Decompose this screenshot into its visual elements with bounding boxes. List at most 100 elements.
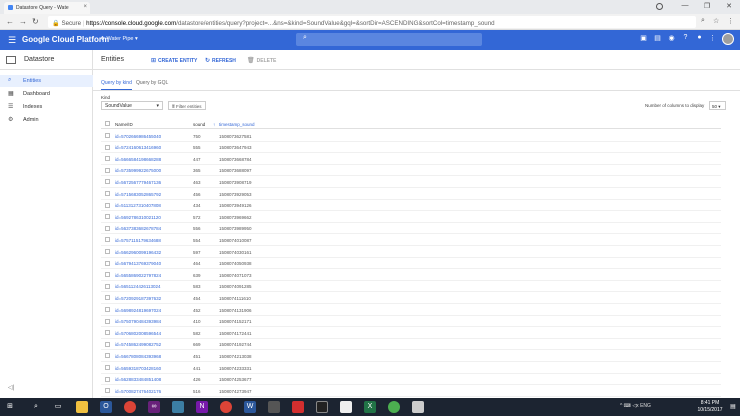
gift-icon[interactable]: ▣ [639,34,648,43]
table-row[interactable]: id=5715683052865792 456 1508073929053 [101,188,721,200]
sidebar-item-dashboard[interactable]: ▦ Dashboard [0,88,93,100]
bookmark-star-icon[interactable]: ☆ [713,17,719,25]
system-tray[interactable]: ^ ⌨ ◁x ENG [620,403,651,409]
row-checkbox[interactable] [105,283,110,289]
app-icon-3[interactable] [340,401,352,413]
create-entity-button[interactable]: ⊞ CREATE ENTITY [151,57,197,64]
sidebar-item-admin[interactable]: ⚙ Admin [0,114,93,126]
row-checkbox[interactable] [105,214,110,220]
table-row[interactable]: id=5698924819697024 452 1508074131906 [101,304,721,316]
onenote-icon[interactable]: N [196,401,208,413]
app-title[interactable]: Google Cloud Platform [22,35,109,44]
row-checkbox[interactable] [105,133,110,138]
close-window-button[interactable]: ✕ [718,2,740,10]
outlook-icon[interactable]: O [100,401,112,413]
table-row[interactable]: id=5702666986455040 750 1508073627581 [101,130,721,142]
row-checkbox[interactable] [105,376,110,382]
word-icon[interactable]: W [244,401,256,413]
task-view-icon[interactable]: ▭ [52,401,64,413]
table-row[interactable]: id=5113127310407808 434 1508073949126 [101,200,721,212]
url-input[interactable]: 🔒 Secure | https://console.cloud.google.… [48,16,696,28]
entity-id-link[interactable]: id=5692786310021120 [115,215,161,220]
entity-id-link[interactable]: id=5735999922675000 [115,168,161,173]
pdf-icon[interactable] [292,401,304,413]
row-checkbox[interactable] [105,318,110,324]
terminal-icon[interactable] [316,401,328,413]
entity-id-link[interactable]: id=5655869022797824 [115,273,161,278]
row-checkbox[interactable] [105,202,110,208]
entity-id-link[interactable]: id=5637383682678784 [115,226,161,231]
delete-button[interactable]: 🗑 DELETE [247,57,276,64]
taskbar-clock[interactable]: 8:41 PM 10/15/2017 [692,400,728,413]
avatar[interactable] [722,33,734,45]
table-row[interactable]: id=5706802008596544 582 1508074172441 [101,327,721,339]
whatsapp-icon[interactable] [388,401,400,413]
table-row[interactable]: id=5651124426113024 583 1508074091285 [101,281,721,293]
table-row[interactable]: id=5745862499082752 669 1508074192744 [101,339,721,351]
entity-id-link[interactable]: id=5666584198668288 [115,157,161,162]
entity-id-link[interactable]: id=5720929187397632 [115,296,161,301]
row-checkbox[interactable] [105,237,110,243]
tab-query-by-kind[interactable]: Query by kind [101,80,132,90]
entity-id-link[interactable]: id=5651124426113024 [115,284,161,289]
entity-id-link[interactable]: id=5745862499082752 [115,342,161,347]
row-checkbox[interactable] [105,179,110,185]
column-header-sound[interactable]: sound [193,122,205,127]
entity-id-link[interactable]: id=5706802008596544 [115,331,161,336]
table-row[interactable]: id=5700827476402176 516 1508074273947 [101,385,721,397]
entity-id-link[interactable]: id=5702666986455040 [115,134,161,139]
hamburger-menu-icon[interactable]: ☰ [8,35,16,46]
maximize-button[interactable]: ❐ [696,2,718,10]
visual-studio-icon[interactable]: ∞ [148,401,160,413]
row-checkbox[interactable] [105,307,110,312]
row-checkbox[interactable] [105,272,110,278]
app-icon[interactable] [172,401,184,413]
entity-id-link[interactable]: id=5679413769379040 [115,261,161,266]
row-checkbox[interactable] [105,365,110,370]
tab-query-by-gql[interactable]: Query by GQL [136,80,168,89]
browser-menu-icon[interactable]: ⋮ [727,17,734,25]
entity-id-link[interactable]: id=5628833484851408 [115,377,161,382]
row-checkbox[interactable] [105,388,110,394]
column-header-timestamp[interactable]: timestamp_sound [219,122,255,127]
app-icon-2[interactable] [268,401,280,413]
row-checkbox[interactable] [105,295,110,301]
refresh-button[interactable]: ↻ REFRESH [205,57,236,64]
entity-id-link[interactable]: id=5698924819697024 [115,308,161,313]
zoom-icon[interactable]: ⌕ [701,17,705,25]
column-header-name[interactable]: Name/ID [115,122,133,127]
row-checkbox[interactable] [105,225,110,231]
row-checkbox[interactable] [105,341,110,347]
table-row[interactable]: id=5667808084393968 451 1508074213038 [101,350,721,362]
app-icon-4[interactable] [412,401,424,413]
entity-id-link[interactable]: id=5757115179634688 [115,238,161,243]
row-checkbox[interactable] [105,260,110,266]
entity-id-link[interactable]: id=5724160613416960 [115,145,161,150]
entity-id-link[interactable]: id=5750790484393984 [115,319,161,324]
table-row[interactable]: id=5637383682678784 556 1508073989950 [101,223,721,235]
table-row[interactable]: id=5666584198668288 447 1508073668784 [101,153,721,165]
row-checkbox[interactable] [105,167,110,173]
table-row[interactable]: id=5735999922675000 365 1508073688097 [101,165,721,177]
sidebar-item-entities[interactable]: ⌕ Entities [0,75,93,87]
row-checkbox[interactable] [105,330,110,336]
minimize-button[interactable]: — [674,2,696,9]
chrome-active-icon[interactable] [220,401,232,413]
project-selector[interactable]: ❖ Water Pipe ▾ [100,36,138,42]
more-options-icon[interactable]: ⋮ [708,34,717,43]
browser-tab[interactable]: Datastore Query - Wate × [4,2,90,14]
sidebar-item-indexes[interactable]: ☰ Indexes [0,101,93,113]
notifications-icon[interactable]: ● [695,34,704,43]
search-input[interactable]: ⌕ [296,33,482,46]
row-checkbox[interactable] [105,144,110,150]
table-row[interactable]: id=5757115179634688 554 1508074010087 [101,234,721,246]
table-row[interactable]: id=5659318703428160 441 1508074233331 [101,362,721,374]
table-row[interactable]: id=5692786310021120 572 1508073969662 [101,211,721,223]
entity-id-link[interactable]: id=5659318703428160 [115,366,161,371]
forward-icon[interactable]: → [19,17,27,26]
entity-id-link[interactable]: id=5715683052865792 [115,192,161,197]
entity-id-link[interactable]: id=5667808084393968 [115,354,161,359]
entity-id-link[interactable]: id=5700827476402176 [115,389,161,394]
help-icon[interactable]: ? [681,34,690,43]
kind-select[interactable]: SoundValue ▾ [101,101,163,110]
